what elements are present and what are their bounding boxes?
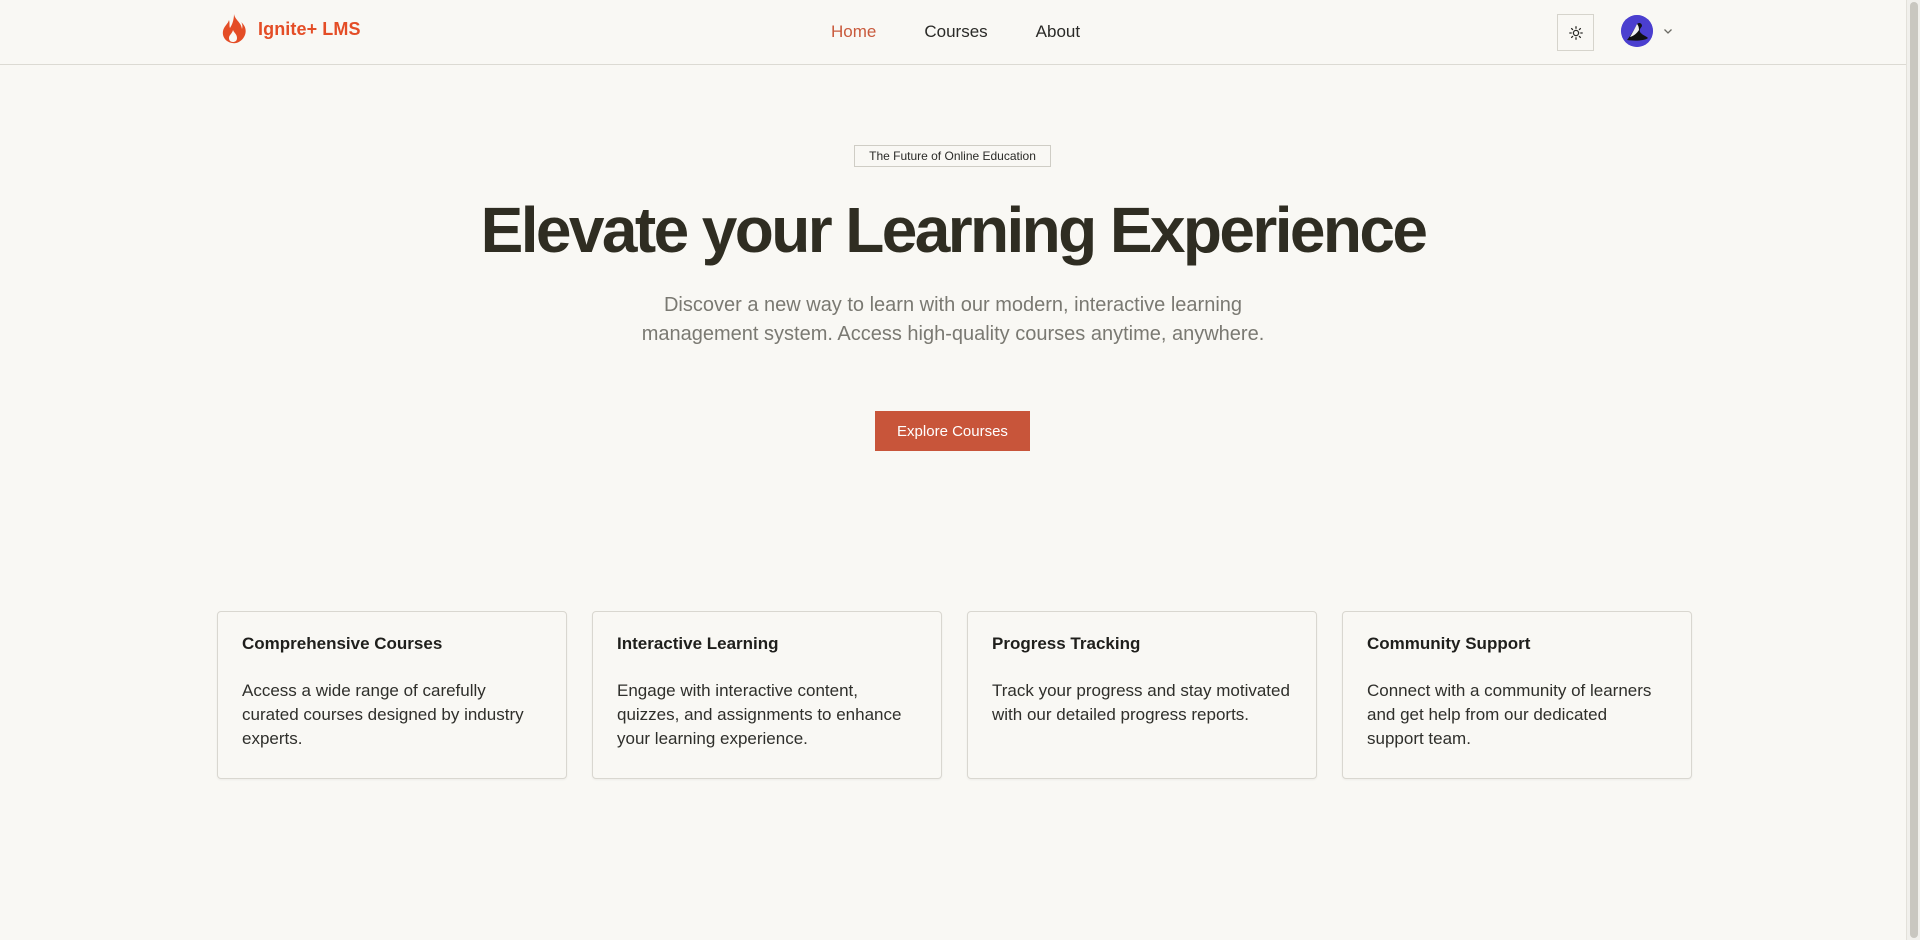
nav-about[interactable]: About	[1036, 22, 1080, 42]
feature-card-interactive-learning: Interactive Learning Engage with interac…	[592, 611, 942, 779]
feature-cards: Comprehensive Courses Access a wide rang…	[217, 611, 1692, 779]
feature-card-title: Community Support	[1367, 634, 1531, 653]
scrollbar-thumb[interactable]	[1910, 2, 1918, 938]
main-nav: Home Courses About	[831, 22, 1080, 42]
sun-icon	[1568, 25, 1583, 40]
vertical-scrollbar[interactable]	[1906, 0, 1920, 940]
feature-card-comprehensive-courses: Comprehensive Courses Access a wide rang…	[217, 611, 567, 779]
brand-logo-link[interactable]: Ignite+ LMS	[220, 13, 361, 45]
feature-card-title: Interactive Learning	[617, 634, 779, 653]
feature-card-title: Progress Tracking	[992, 634, 1141, 653]
avatar	[1621, 15, 1653, 47]
feature-card-description: Access a wide range of carefully curated…	[242, 681, 524, 748]
feature-card-description: Engage with interactive content, quizzes…	[617, 681, 902, 748]
nav-courses[interactable]: Courses	[924, 22, 987, 42]
top-navbar: Ignite+ LMS Home Courses About	[0, 0, 1906, 65]
hero-badge: The Future of Online Education	[854, 145, 1051, 167]
feature-card-progress-tracking: Progress Tracking Track your progress an…	[967, 611, 1317, 779]
feature-card-description: Track your progress and stay motivated w…	[992, 681, 1290, 724]
page: Ignite+ LMS Home Courses About The Futur…	[0, 0, 1920, 940]
flame-icon	[222, 14, 246, 44]
chevron-down-icon	[1664, 29, 1672, 34]
feature-card-title: Comprehensive Courses	[242, 634, 443, 653]
brand-name: Ignite+ LMS	[258, 18, 361, 39]
hero-title: Elevate your Learning Experience	[480, 194, 1428, 266]
user-menu-button[interactable]	[1621, 15, 1673, 47]
feature-card-description: Connect with a community of learners and…	[1367, 681, 1652, 748]
hero-subtitle: Discover a new way to learn with our mod…	[641, 294, 1265, 345]
explore-courses-button[interactable]: Explore Courses	[875, 411, 1030, 451]
feature-card-community-support: Community Support Connect with a communi…	[1342, 611, 1692, 779]
nav-home[interactable]: Home	[831, 22, 876, 42]
theme-toggle-button[interactable]	[1557, 14, 1594, 51]
